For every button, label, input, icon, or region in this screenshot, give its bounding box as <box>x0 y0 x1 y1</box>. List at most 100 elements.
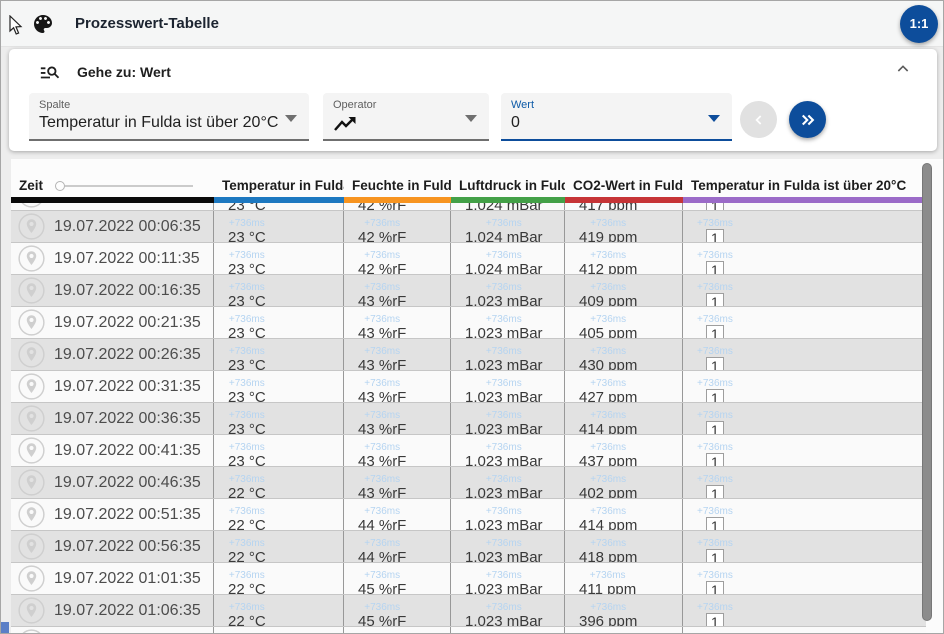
cell-value: 1.024 mBar <box>465 229 543 242</box>
table-row[interactable]: 19.07.2022 00:56:35 +736ms 22 °C +736ms 44 %… <box>11 531 926 563</box>
scale-1-1-button[interactable]: 1:1 <box>900 4 938 43</box>
location-pin-icon <box>22 629 41 633</box>
next-match-button[interactable] <box>789 101 826 138</box>
column-select[interactable]: Spalte Temperatur in Fulda ist über 20°C <box>29 93 309 141</box>
table-row[interactable]: 19.07.2022 00:21:35 +736ms 23 °C +736ms 43 %… <box>11 307 926 339</box>
operator-select[interactable]: Operator <box>323 93 489 141</box>
timestamp: 19.07.2022 00:21:35 <box>54 313 201 331</box>
value-cell: +736ms1 <box>683 211 926 242</box>
bool-value-box: 1 <box>706 549 724 562</box>
ms-offset-label: +736ms <box>697 282 733 293</box>
value-cell: +736ms1.024 mBar <box>451 203 565 210</box>
collapse-chevron-icon[interactable] <box>895 61 911 77</box>
table-row[interactable]: 19.07.2022 00:51:35 +736ms 22 °C +736ms 44 %… <box>11 499 926 531</box>
table-row[interactable]: 19.07.2022 00:06:35 +736ms 23 °C +736ms 42 %… <box>11 211 926 243</box>
cell-value: 412 ppm <box>579 261 638 274</box>
column-header-label: Temperatur in Fulda ist über 20°C <box>691 178 907 193</box>
timestamp: 19.07.2022 00:36:35 <box>54 409 201 427</box>
cell-value: 43 %rF <box>358 389 407 402</box>
cell-value: 22 °C <box>228 549 266 562</box>
cell-value: 1.023 mBar <box>465 453 543 466</box>
cell-value: 1 <box>706 389 724 402</box>
value-cell: +736ms 418 ppm <box>565 531 683 562</box>
table-row[interactable]: 19.07.2022 00:36:35 +736ms 23 °C +736ms 43 %… <box>11 403 926 435</box>
table-row[interactable]: 19.07.2022 01:01:35 +736ms 22 °C +736ms 45 %… <box>11 563 926 595</box>
value-cell: +736ms1.024 mBar <box>451 211 565 242</box>
slider-knob[interactable] <box>55 180 66 191</box>
value-select[interactable]: Wert 0 <box>501 93 732 141</box>
value-cell: +736ms417 ppm <box>565 203 683 210</box>
ms-offset-label: +736ms <box>590 602 627 613</box>
bool-value-box: 1 <box>706 229 724 242</box>
ms-offset-label: +736ms <box>590 378 627 389</box>
time-cell: 19.07.2022 00:06:35 <box>11 211 214 242</box>
value-cell: +736ms 43 %rF <box>344 307 451 338</box>
mouse-cursor-icon <box>9 15 23 35</box>
vertical-scrollbar-thumb[interactable] <box>922 163 932 621</box>
value-cell: +736ms 45 %rF <box>344 595 451 626</box>
location-pin-icon <box>18 245 45 272</box>
ms-offset-label: +736ms <box>590 410 627 421</box>
column-header-label: Temperatur in Fulda <box>222 178 344 193</box>
table-row[interactable]: 19.07.2022 00:11:35 +736ms 23 °C +736ms 42 %… <box>11 243 926 275</box>
cell-value: 22 °C <box>228 613 266 626</box>
table-row[interactable]: 19.07.2022 01:06:35 +736ms 22 °C +736ms 45 %… <box>11 595 926 627</box>
ms-offset-label: +736ms <box>590 218 627 229</box>
time-cell: 19.07.2022 00:16:35 <box>11 275 214 306</box>
prev-match-button[interactable] <box>740 101 777 138</box>
cell-value: 1.023 mBar <box>465 421 543 434</box>
location-pin-icon <box>18 533 45 560</box>
ms-offset-label: +736ms <box>364 282 401 293</box>
location-pin-icon <box>18 565 45 592</box>
value-cell: +736ms23 °C <box>214 371 344 402</box>
column-color-bar <box>565 197 683 203</box>
palette-icon[interactable] <box>31 12 55 36</box>
value-cell: +736ms1 <box>683 275 926 306</box>
value-cell: +736ms23 °C <box>214 203 344 210</box>
cell-value: 44 %rF <box>358 517 407 530</box>
ms-offset-label: +736ms <box>697 410 733 421</box>
bool-value-box: 1 <box>706 453 724 466</box>
cell-value: 43 %rF <box>358 357 407 370</box>
column-header-label: Luftdruck in Fulda <box>459 178 565 193</box>
ms-offset-label: +736ms <box>485 378 522 389</box>
value-cell: +736ms 396 ppm <box>565 595 683 626</box>
cell-value: 1 <box>706 613 724 626</box>
table-row[interactable]: 19.07.2022 00:31:35 +736ms 23 °C +736ms 43 %… <box>11 371 926 403</box>
table-row[interactable]: 19.07.2022 00:26:35 +736ms 23 °C +736ms 43 %… <box>11 339 926 371</box>
location-pin-icon <box>18 597 45 624</box>
ms-offset-label: +736ms <box>228 538 265 549</box>
cell-value: 42 %rF <box>358 229 407 242</box>
cell-value: 1 <box>706 421 724 434</box>
value-cell: +736ms 412 ppm <box>565 243 683 274</box>
location-pin-icon <box>18 469 45 496</box>
bool-value-box: 1 <box>706 485 724 498</box>
value-cell: +736ms <box>344 627 451 633</box>
timestamp: 19.07.2022 00:51:35 <box>54 505 201 523</box>
table-row[interactable]: 19.07.2022 00:16:35 +736ms 23 °C +736ms 43 %… <box>11 275 926 307</box>
column-width-slider[interactable] <box>55 180 194 191</box>
table-row[interactable]: +736ms+736ms+736ms+736ms+736ms <box>11 627 926 633</box>
ms-offset-label: +736ms <box>228 218 265 229</box>
cell-value: 23 °C <box>228 325 266 338</box>
ms-offset-label: +736ms <box>364 218 401 229</box>
cell-value: 417 ppm <box>579 203 637 210</box>
slider-track <box>65 184 194 187</box>
bool-value-box: 1 <box>706 613 724 626</box>
cell-value: 405 ppm <box>579 325 638 338</box>
cell-value: 1 <box>706 517 724 530</box>
table-row[interactable]: +736ms23 °C+736ms42 %rF+736ms1.024 mBar+… <box>11 203 926 211</box>
ms-offset-label: +736ms <box>485 538 522 549</box>
time-cell <box>11 203 214 210</box>
value-cell: +736ms 427 ppm <box>565 371 683 402</box>
ms-offset-label: +736ms <box>228 442 265 453</box>
table-row[interactable]: 19.07.2022 00:46:35 +736ms 22 °C +736ms 43 %… <box>11 467 926 499</box>
cell-value: 414 ppm <box>579 421 638 434</box>
location-pin-icon <box>18 437 45 464</box>
time-cell: 19.07.2022 00:41:35 <box>11 435 214 466</box>
table-row[interactable]: 19.07.2022 00:41:35 +736ms 23 °C +736ms 43 %… <box>11 435 926 467</box>
value-cell: +736ms <box>683 627 926 633</box>
time-cell: 19.07.2022 00:21:35 <box>11 307 214 338</box>
location-pin-icon <box>18 341 45 368</box>
bool-value-box: 1 <box>706 203 724 210</box>
